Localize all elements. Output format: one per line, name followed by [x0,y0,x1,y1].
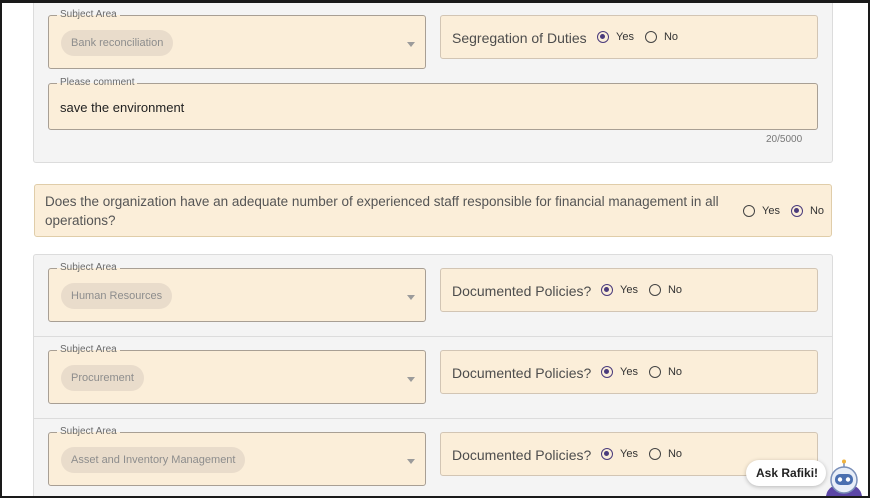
comment-legend: Please comment [57,77,138,89]
question-label: Segregation of Duties [452,30,587,46]
yes-no-radio-group: Yes No [597,31,689,43]
radio-yes[interactable] [601,366,613,378]
radio-yes[interactable] [601,448,613,460]
radio-yes-label: Yes [620,284,638,296]
radio-no-label: No [667,366,683,378]
policies-question-box: Documented Policies? Yes No [440,268,818,312]
row-divider [34,418,832,419]
subject-area-legend: Subject Area [57,344,120,356]
radio-no[interactable] [648,448,661,460]
screen-frame: Subject Area Bank reconciliation Segrega… [0,0,870,498]
radio-no-label: No [663,31,679,43]
yes-no-radio-group: Yes No [743,205,835,217]
segregation-question-box: Segregation of Duties Yes No [440,15,818,59]
subject-area-legend: Subject Area [57,9,120,21]
subject-area-chip: Procurement [61,365,144,391]
subject-area-chip: Asset and Inventory Management [61,447,246,473]
question-label: Documented Policies? [452,365,592,381]
subject-area-legend: Subject Area [57,426,120,438]
yes-no-radio-group: Yes No [601,448,693,460]
radio-yes-label: Yes [762,205,780,217]
question-label: Documented Policies? [452,447,592,463]
robot-icon[interactable] [822,458,866,498]
radio-yes-label: Yes [620,448,638,460]
row-divider [34,336,832,337]
radio-yes[interactable] [601,284,613,296]
subject-area-chip: Bank reconciliation [61,30,174,56]
chevron-down-icon[interactable] [407,377,415,382]
ask-rafiki-button[interactable]: Ask Rafiki! [746,460,826,486]
chevron-down-icon[interactable] [407,459,415,464]
subject-area-select[interactable]: Subject Area Bank reconciliation [48,9,426,69]
staff-question-box: Does the organization have an adequate n… [34,184,832,237]
subject-area-select[interactable]: Subject Area Asset and Inventory Managem… [48,426,426,486]
radio-no[interactable] [648,366,661,378]
subject-area-legend: Subject Area [57,262,120,274]
radio-no[interactable] [790,205,803,217]
radio-yes-label: Yes [620,366,638,378]
yes-no-radio-group: Yes No [601,284,693,296]
comment-field[interactable]: Please comment save the environment [48,77,818,130]
chevron-down-icon[interactable] [407,42,415,47]
subject-area-select[interactable]: Subject Area Procurement [48,344,426,404]
subject-area-select[interactable]: Subject Area Human Resources [48,262,426,322]
chevron-down-icon[interactable] [407,295,415,300]
character-counter: 20/5000 [766,134,803,145]
radio-no-label: No [667,448,683,460]
comment-value: save the environment [60,100,185,115]
policies-question-box: Documented Policies? Yes No [440,350,818,394]
subject-area-chip: Human Resources [61,283,173,309]
radio-no-label: No [809,205,825,217]
radio-yes[interactable] [597,31,609,43]
radio-yes-label: Yes [616,31,634,43]
question-label: Documented Policies? [452,283,592,299]
radio-yes[interactable] [743,205,755,217]
radio-no[interactable] [648,284,661,296]
radio-no[interactable] [644,31,657,43]
staff-question-text: Does the organization have an adequate n… [45,194,719,228]
radio-no-label: No [667,284,683,296]
yes-no-radio-group: Yes No [601,366,693,378]
